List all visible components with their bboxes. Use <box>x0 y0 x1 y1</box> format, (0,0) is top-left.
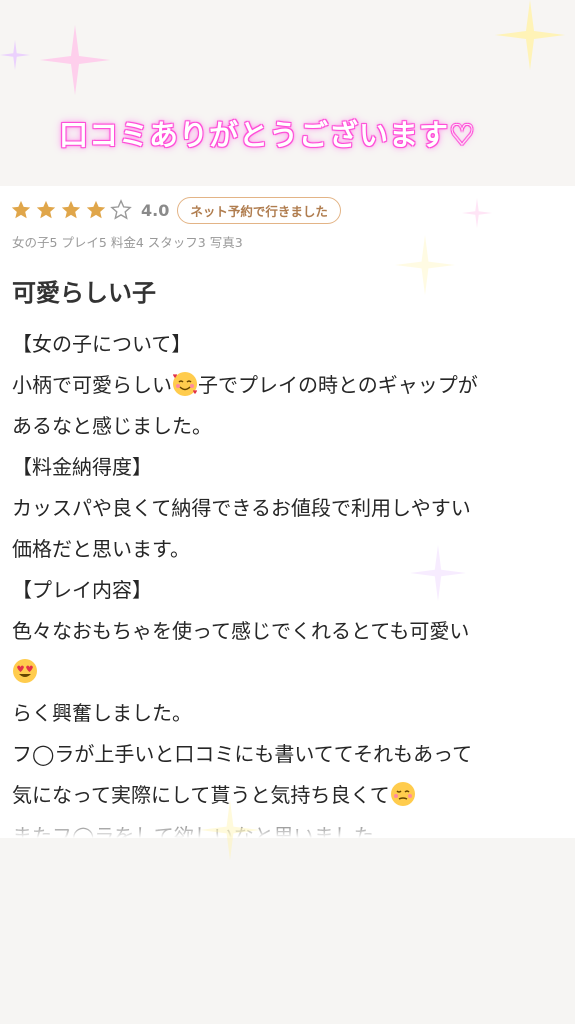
bottom-background <box>0 838 575 1024</box>
review-line-text: 子でプレイの時とのギャップが <box>198 373 478 397</box>
review-line-text: 小柄で可愛らしい <box>12 373 172 397</box>
net-reservation-badge: ネット予約で行きました <box>177 196 341 224</box>
star-filled-icon <box>11 200 31 219</box>
review-card: 4.0 ネット予約で行きました 女の子5 プレイ5 料金4 スタッフ3 写真3 … <box>0 186 575 838</box>
star-rating <box>10 199 135 221</box>
review-line: 【女の子について】 <box>12 332 192 356</box>
banner-text: 口コミありがとうございます♡ <box>59 118 476 152</box>
review-line: 価格だと思います。 <box>12 537 190 561</box>
rating-row: 4.0 ネット予約で行きました <box>10 194 341 226</box>
review-line: カッスパや良くて納得できるお値段で利用しやすい <box>12 496 471 520</box>
review-title: 可愛らしい子 <box>12 279 156 307</box>
sparkle-icon <box>495 0 565 70</box>
rating-score: 4.0 <box>141 200 170 220</box>
review-line: 色々なおもちゃを使って感じでくれるとても可愛い <box>12 619 470 643</box>
star-filled-icon <box>86 200 106 219</box>
sparkle-icon <box>40 25 110 95</box>
thank-you-banner: 口コミありがとうございます♡ <box>0 108 575 158</box>
sub-scores: 女の子5 プレイ5 料金4 スタッフ3 写真3 <box>12 235 243 250</box>
star-filled-icon <box>61 200 81 219</box>
review-body: 【女の子について】 小柄で可愛らしい 子でプレイの時とのギャップがあるなと感じました… <box>12 324 567 838</box>
woozy-face-emoji <box>390 782 415 806</box>
review-line-text: 気になって実際にして貰うと気持ち良くて <box>12 783 390 807</box>
star-filled-icon <box>36 200 56 219</box>
smiling-face-with-hearts-emoji <box>173 372 197 396</box>
review-line: 気になって実際にして貰うと気持ち良くて <box>12 775 567 816</box>
star-empty-icon <box>110 199 132 220</box>
review-line: 【料金納得度】 <box>12 455 152 479</box>
review-line: あるなと感じました。 <box>12 414 212 438</box>
heart-eyes-emoji <box>13 659 37 683</box>
sparkle-icon <box>0 40 30 70</box>
text-fade-overlay <box>0 814 575 838</box>
review-line: らく興奮しました。 <box>12 701 192 725</box>
review-line: 【プレイ内容】 <box>12 578 152 602</box>
review-line: フ◯ラが上手いと口コミにも書いててそれもあって <box>12 742 473 766</box>
review-line <box>12 652 567 693</box>
review-line: 小柄で可愛らしい 子でプレイの時とのギャップが <box>12 365 567 406</box>
